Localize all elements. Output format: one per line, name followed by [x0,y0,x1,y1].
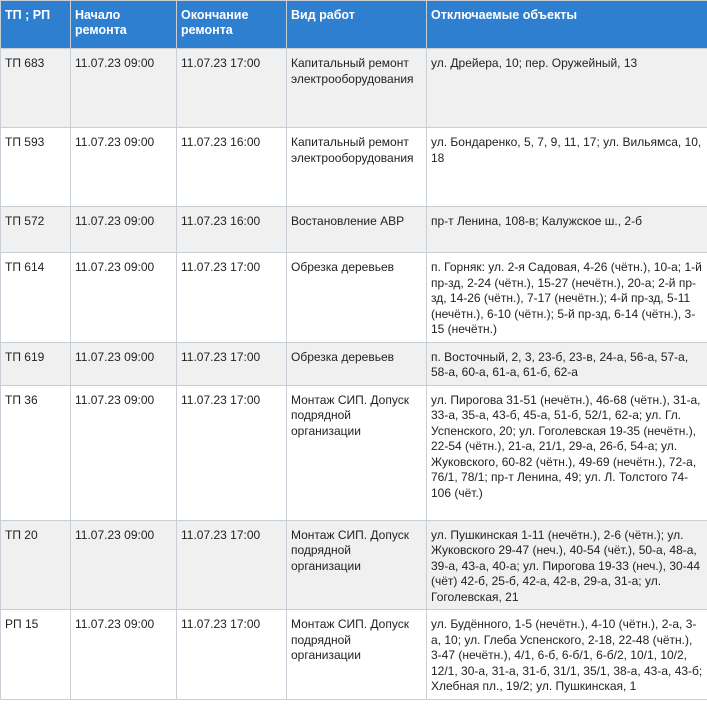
table-row: ТП 619 11.07.23 09:00 11.07.23 17:00 Обр… [0,341,707,386]
cell-tp: ТП 20 [0,519,71,610]
cell-work: Монтаж СИП. Допуск подрядной организации [286,384,427,521]
cell-tp: ТП 619 [0,341,71,386]
cell-start: 11.07.23 09:00 [70,252,177,343]
column-header-objects: Отключаемые объекты [426,0,707,49]
table-row: ТП 683 11.07.23 09:00 11.07.23 17:00 Кап… [0,48,707,128]
cell-end: 11.07.23 16:00 [176,206,287,253]
cell-start: 11.07.23 09:00 [70,206,177,253]
cell-end: 11.07.23 17:00 [176,384,287,521]
cell-tp: ТП 572 [0,206,71,253]
cell-end: 11.07.23 17:00 [176,252,287,343]
cell-end: 11.07.23 16:00 [176,127,287,207]
column-header-start: Начало ремонта [70,0,177,49]
cell-work: Монтаж СИП. Допуск подрядной организации [286,609,427,700]
cell-end: 11.07.23 17:00 [176,341,287,386]
cell-objects: пр-т Ленина, 108-в; Калужское ш., 2-б [426,206,707,253]
cell-start: 11.07.23 09:00 [70,48,177,128]
outage-table: ТП ; РП Начало ремонта Окончание ремонта… [0,0,707,700]
cell-work: Капитальный ремонт электрооборудования [286,127,427,207]
cell-work: Капитальный ремонт электрооборудования [286,48,427,128]
cell-objects: ул. Будённого, 1-5 (нечётн.), 4-10 (чётн… [426,609,707,700]
cell-tp: ТП 614 [0,252,71,343]
cell-objects: п. Горняк: ул. 2-я Садовая, 4-26 (чётн.)… [426,252,707,343]
cell-work: Востановление АВР [286,206,427,253]
cell-start: 11.07.23 09:00 [70,384,177,521]
cell-end: 11.07.23 17:00 [176,609,287,700]
table-row: ТП 20 11.07.23 09:00 11.07.23 17:00 Монт… [0,519,707,610]
table-row: РП 15 11.07.23 09:00 11.07.23 17:00 Монт… [0,609,707,700]
cell-start: 11.07.23 09:00 [70,519,177,610]
table-row: ТП 36 11.07.23 09:00 11.07.23 17:00 Монт… [0,384,707,521]
table-row: ТП 572 11.07.23 09:00 11.07.23 16:00 Вос… [0,206,707,253]
cell-tp: ТП 683 [0,48,71,128]
cell-start: 11.07.23 09:00 [70,127,177,207]
cell-tp: РП 15 [0,609,71,700]
cell-objects: ул. Дрейера, 10; пер. Оружейный, 13 [426,48,707,128]
column-header-end: Окончание ремонта [176,0,287,49]
cell-start: 11.07.23 09:00 [70,609,177,700]
column-header-work: Вид работ [286,0,427,49]
cell-objects: ул. Пушкинская 1-11 (нечётн.), 2-6 (чётн… [426,519,707,610]
cell-objects: ул. Пирогова 31-51 (нечётн.), 46-68 (чёт… [426,384,707,521]
cell-work: Обрезка деревьев [286,341,427,386]
cell-end: 11.07.23 17:00 [176,519,287,610]
cell-tp: ТП 593 [0,127,71,207]
cell-tp: ТП 36 [0,384,71,521]
table-row: ТП 614 11.07.23 09:00 11.07.23 17:00 Обр… [0,252,707,343]
cell-objects: ул. Бондаренко, 5, 7, 9, 11, 17; ул. Вил… [426,127,707,207]
table-row: ТП 593 11.07.23 09:00 11.07.23 16:00 Кап… [0,127,707,207]
cell-start: 11.07.23 09:00 [70,341,177,386]
cell-objects: п. Восточный, 2, 3, 23-б, 23-в, 24-а, 56… [426,341,707,386]
table-header-row: ТП ; РП Начало ремонта Окончание ремонта… [0,0,707,49]
cell-end: 11.07.23 17:00 [176,48,287,128]
cell-work: Обрезка деревьев [286,252,427,343]
cell-work: Монтаж СИП. Допуск подрядной организации [286,519,427,610]
column-header-tp: ТП ; РП [0,0,71,49]
